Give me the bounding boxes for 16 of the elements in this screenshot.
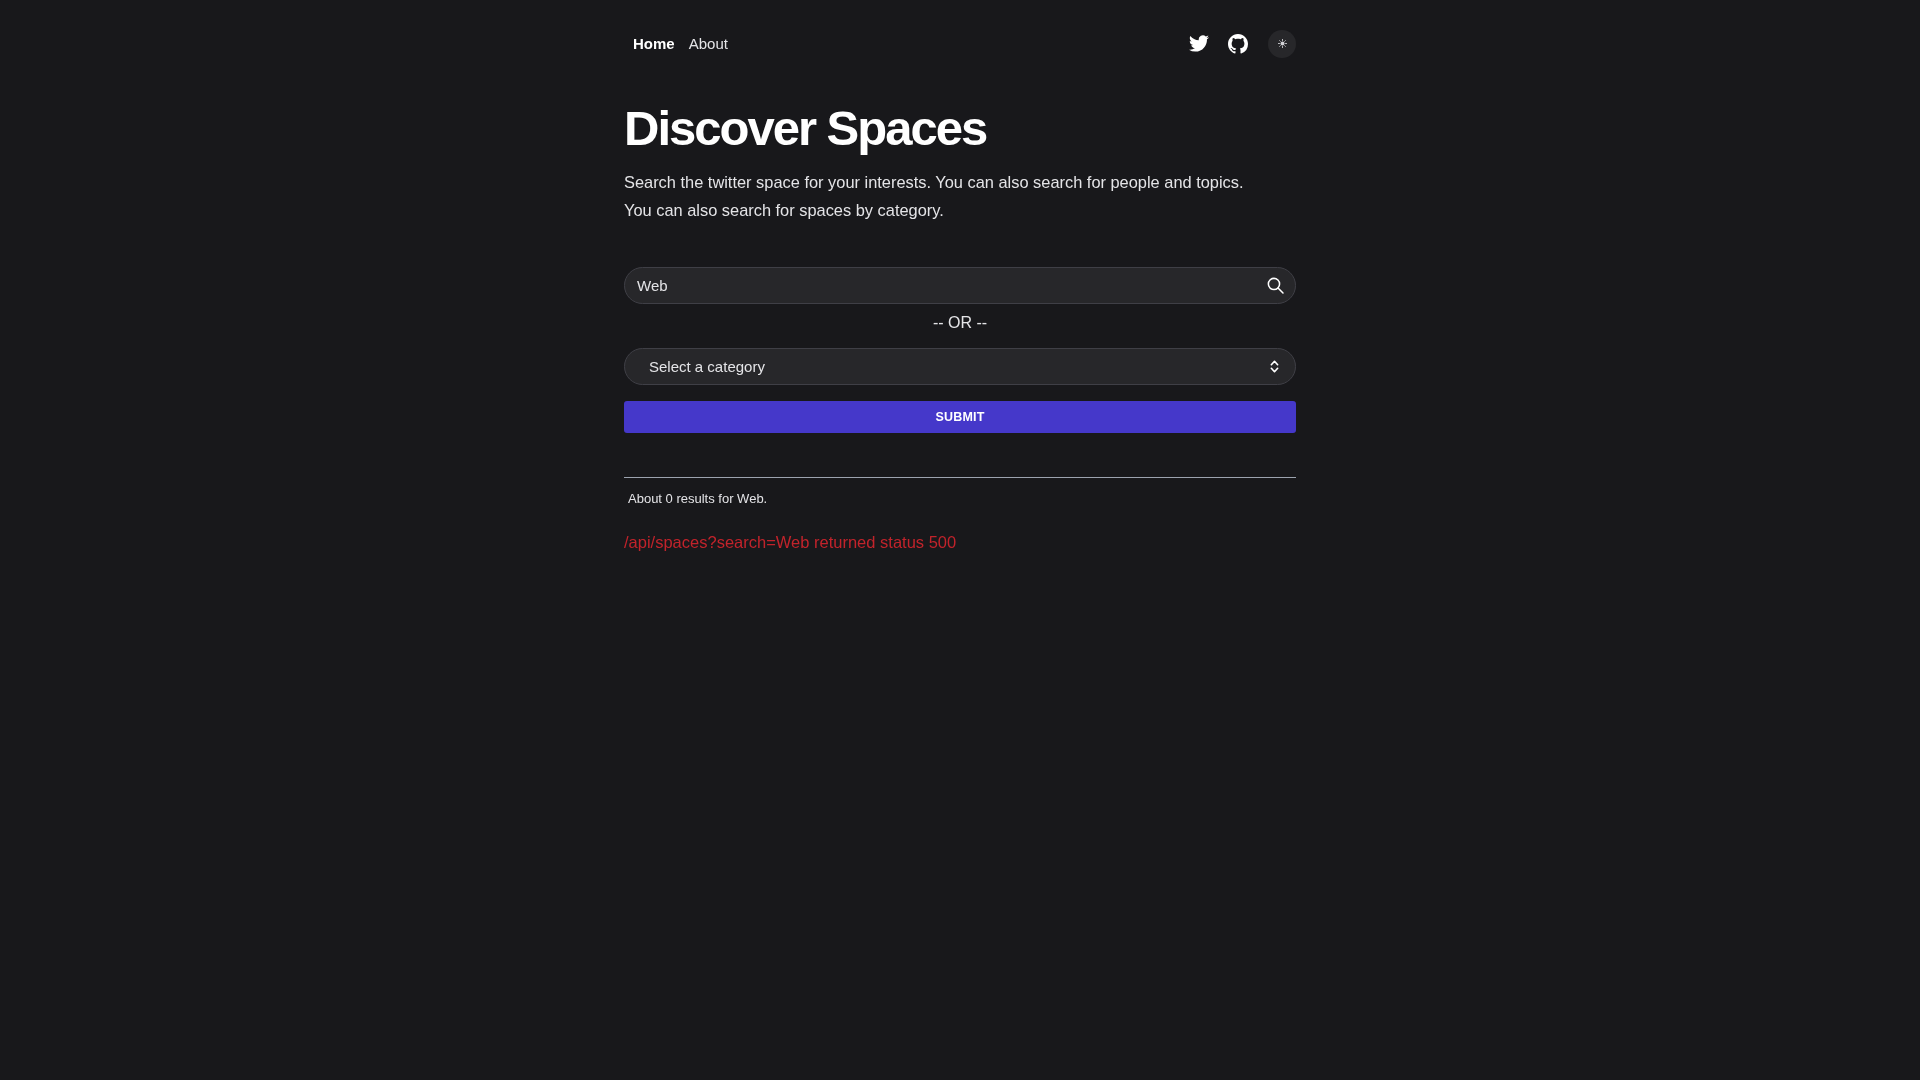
search-field[interactable]: Web bbox=[624, 267, 1296, 304]
cat-logo-icon[interactable] bbox=[1228, 33, 1248, 54]
submit-button[interactable]: SUBMIT bbox=[624, 401, 1296, 433]
results-summary: About 0 results for Web. bbox=[627, 490, 768, 508]
separator-text: -- OR -- bbox=[932, 313, 988, 333]
description-text: Search the twitter space for your interests. You can also search for people and topics. You can also search for spaces by category. bbox=[624, 172, 1245, 221]
error-message: /api/spaces?search=Web returned status 500 bbox=[624, 532, 957, 553]
bird-icon[interactable] bbox=[1189, 35, 1209, 52]
search-icon[interactable] bbox=[1267, 277, 1284, 294]
sun-icon bbox=[1277, 39, 1287, 48]
theme-toggle-button[interactable] bbox=[1268, 29, 1296, 58]
page-title: Discover Spaces bbox=[624, 100, 988, 156]
category-select[interactable]: Select a category bbox=[624, 348, 1296, 385]
nav-link[interactable]: Home bbox=[633, 34, 675, 52]
up-down-chevron-icon bbox=[1270, 359, 1279, 374]
nav-link[interactable]: About bbox=[688, 34, 728, 52]
